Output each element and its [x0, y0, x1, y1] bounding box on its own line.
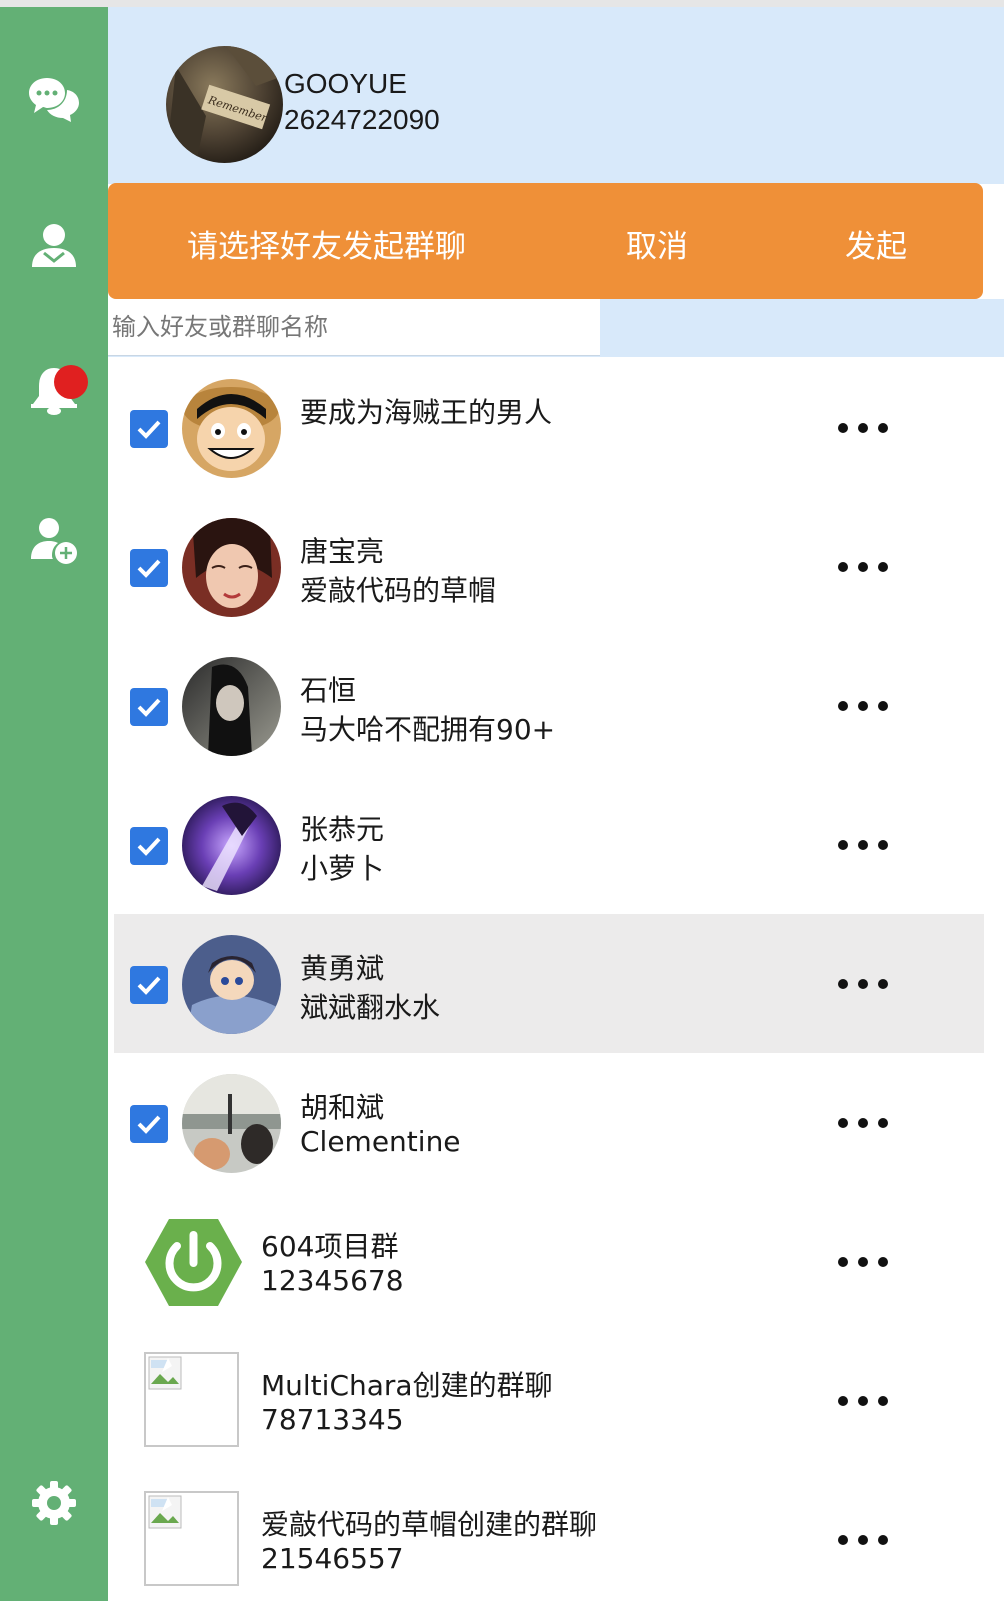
- more-options-button[interactable]: [838, 1530, 888, 1550]
- list-item[interactable]: 爱敲代码的草帽创建的群聊 21546557: [114, 1470, 984, 1609]
- checkbox[interactable]: [130, 827, 168, 865]
- more-options-button[interactable]: [838, 557, 888, 577]
- check-icon: [137, 698, 161, 717]
- avatar: [182, 796, 281, 895]
- friend-name: 唐宝亮: [300, 535, 385, 568]
- friend-name: 胡和斌: [300, 1091, 385, 1124]
- chat-icon: [29, 78, 79, 122]
- group-id: 12345678: [261, 1264, 404, 1297]
- group-chat-toolbar: 请选择好友发起群聊 取消 发起: [108, 183, 983, 299]
- more-options-button[interactable]: [838, 418, 888, 438]
- search-bar: [108, 299, 1004, 357]
- group-name: MultiChara创建的群聊: [261, 1369, 553, 1402]
- notification-badge: [54, 365, 88, 399]
- cancel-button[interactable]: 取消: [626, 221, 688, 266]
- sidebar-item-chats[interactable]: [0, 59, 108, 139]
- more-options-button[interactable]: [838, 974, 888, 994]
- group-name: 604项目群: [261, 1230, 399, 1263]
- broken-image-icon: [148, 1356, 182, 1390]
- friend-name: 黄勇斌: [300, 952, 385, 985]
- sidebar-item-notifications[interactable]: [0, 350, 108, 430]
- profile-id: 2624722090: [284, 104, 440, 135]
- list-item[interactable]: 石恒 马大哈不配拥有90+: [114, 636, 984, 775]
- avatar: [182, 935, 281, 1034]
- more-options-button[interactable]: [838, 696, 888, 716]
- avatar: [182, 518, 281, 617]
- friend-remark: 爱敲代码的草帽: [300, 574, 497, 607]
- start-group-chat-button[interactable]: 发起: [845, 221, 907, 266]
- power-icon: [145, 1219, 242, 1306]
- check-icon: [137, 559, 161, 578]
- check-icon: [137, 1115, 161, 1134]
- group-avatar: [144, 1491, 243, 1590]
- friend-name: 要成为海贼王的男人: [300, 396, 553, 429]
- avatar: [182, 1074, 281, 1173]
- checkbox[interactable]: [130, 410, 168, 448]
- friend-remark: 马大哈不配拥有90+: [300, 713, 556, 746]
- check-icon: [137, 837, 161, 856]
- add-friend-icon: [31, 518, 77, 564]
- check-icon: [137, 976, 161, 995]
- more-options-button[interactable]: [838, 1391, 888, 1411]
- avatar: [182, 657, 281, 756]
- profile-name: GOOYUE: [284, 68, 407, 99]
- profile-header: Remember GOOYUE 2624722090: [108, 7, 1004, 184]
- list-item[interactable]: 要成为海贼王的男人: [114, 358, 984, 497]
- search-input[interactable]: [108, 299, 600, 356]
- sidebar-item-add-friend[interactable]: [0, 500, 108, 580]
- broken-image-icon: [148, 1495, 182, 1529]
- sidebar-item-settings[interactable]: [0, 1463, 108, 1543]
- list-item[interactable]: 张恭元 小萝卜: [114, 775, 984, 914]
- checkbox[interactable]: [130, 966, 168, 1004]
- avatar[interactable]: Remember: [166, 46, 283, 163]
- friend-remark: Clementine: [300, 1125, 461, 1158]
- sidebar-item-contacts[interactable]: [0, 205, 108, 285]
- gear-icon: [32, 1481, 76, 1525]
- avatar: [182, 379, 281, 478]
- list-item[interactable]: 唐宝亮 爱敲代码的草帽: [114, 497, 984, 636]
- list-item[interactable]: 604项目群 12345678: [114, 1192, 984, 1331]
- friend-remark: 小萝卜: [300, 852, 385, 885]
- checkbox[interactable]: [130, 688, 168, 726]
- contacts-icon: [32, 224, 76, 267]
- group-id: 21546557: [261, 1542, 404, 1575]
- friend-name: 张恭元: [300, 813, 385, 846]
- group-avatar: [144, 1213, 243, 1312]
- friend-name: 石恒: [300, 674, 357, 707]
- checkbox[interactable]: [130, 549, 168, 587]
- more-options-button[interactable]: [838, 1113, 888, 1133]
- sidebar: [0, 7, 108, 1601]
- list-item[interactable]: MultiChara创建的群聊 78713345: [114, 1331, 984, 1470]
- friend-remark: 斌斌翻水水: [300, 991, 441, 1024]
- toolbar-prompt: 请选择好友发起群聊: [187, 229, 466, 265]
- more-options-button[interactable]: [838, 1252, 888, 1272]
- list-item[interactable]: 黄勇斌 斌斌翻水水: [114, 914, 984, 1053]
- check-icon: [137, 420, 161, 439]
- group-avatar: [144, 1352, 243, 1451]
- group-name: 爱敲代码的草帽创建的群聊: [261, 1508, 598, 1541]
- list-item[interactable]: 胡和斌 Clementine: [114, 1053, 984, 1192]
- main-panel: Remember GOOYUE 2624722090 请选择好友发起群聊 取消 …: [108, 7, 1004, 1601]
- more-options-button[interactable]: [838, 835, 888, 855]
- group-id: 78713345: [261, 1403, 404, 1436]
- checkbox[interactable]: [130, 1105, 168, 1143]
